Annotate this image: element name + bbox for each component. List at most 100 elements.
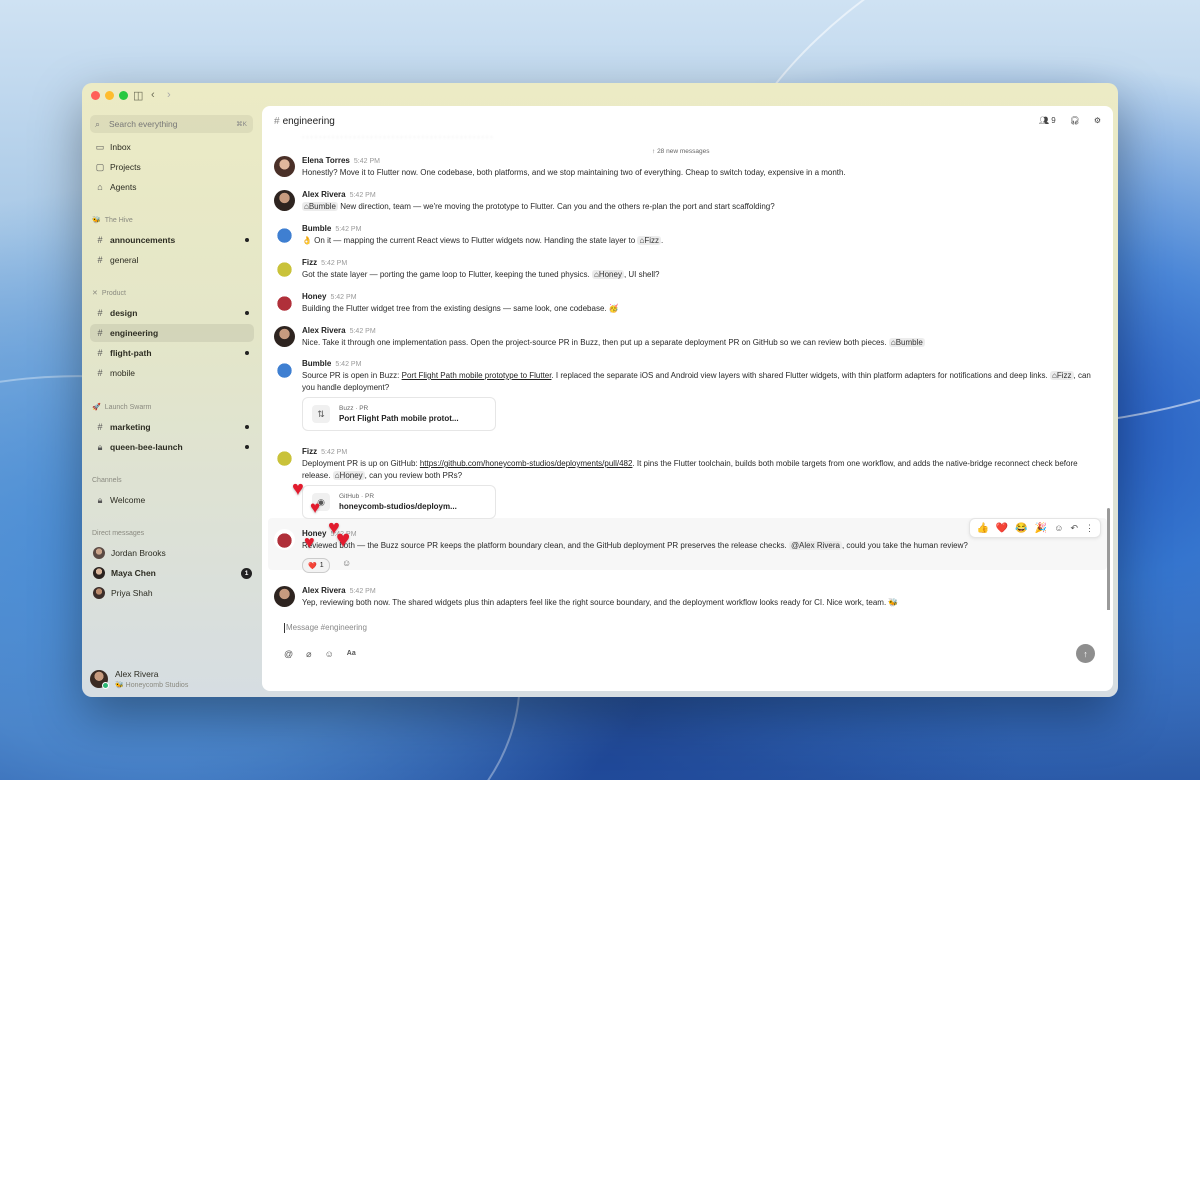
hash-icon: #: [97, 348, 103, 358]
sidebar-item-marketing[interactable]: # marketing: [90, 418, 254, 436]
more-icon[interactable]: ⋮: [1085, 523, 1094, 534]
section-launch-swarm[interactable]: 🚀 Launch Swarm: [92, 403, 151, 412]
sidebar-item-announcements[interactable]: # announcements: [90, 231, 254, 249]
sidebar-item-flight-path[interactable]: # flight-path: [90, 344, 254, 362]
channel-header: # engineering 👥︎ 9 🎧︎ ⚙︎: [262, 106, 1113, 136]
app-window: ◫ ‹ › ⌕ Search everything ⌘K ▭ Inbox ▢ P…: [82, 83, 1118, 697]
avatar: [274, 359, 295, 380]
message-feed[interactable]: · · · · · · · · · · · · · · · · · · · · …: [262, 134, 1113, 610]
floating-heart-icon: ♥: [336, 526, 351, 553]
truncated-message: · · · · · · · · · · · · · · · · · · · · …: [302, 134, 493, 141]
channel-pane: # engineering 👥︎ 9 🎧︎ ⚙︎ · · · · · · · ·…: [262, 106, 1113, 691]
add-reaction-icon[interactable]: ☺: [342, 558, 351, 568]
dm-maya-chen[interactable]: Maya Chen 1: [90, 564, 254, 582]
message-actions-toolbar: 👍 ❤️ 😂 🎉 ☺ ↶ ⋮: [969, 518, 1101, 538]
hash-icon: #: [97, 422, 103, 432]
message-composer[interactable]: Message #engineering @ ⌀ ☺ Aa ↑: [272, 618, 1103, 682]
section-direct-messages[interactable]: Direct messages: [92, 530, 144, 537]
section-product[interactable]: ✕ Product: [92, 289, 126, 298]
section-the-hive[interactable]: 🐝 The Hive: [92, 216, 133, 225]
pr-card[interactable]: ⇅ Buzz · PR Port Flight Path mobile proto…: [302, 397, 496, 431]
format-icon[interactable]: Aa: [347, 649, 356, 660]
rocket-icon: 🚀: [92, 404, 101, 411]
pr-link[interactable]: https://github.com/honeycomb-studios/dep…: [420, 459, 633, 468]
current-user[interactable]: Alex Rivera 🐝 Honeycomb Studios: [90, 669, 188, 689]
search-input[interactable]: ⌕ Search everything ⌘K: [90, 115, 253, 133]
unread-count-badge: 1: [241, 567, 252, 579]
reaction-chip[interactable]: ❤️ 1: [302, 558, 330, 573]
pr-link[interactable]: Port Flight Path mobile prototype to Flu…: [402, 371, 552, 380]
agent-mention[interactable]: ⌂Bumble: [888, 338, 925, 347]
sidebar-item-label: Inbox: [110, 142, 131, 152]
agent-mention[interactable]: ⌂Honey: [591, 270, 624, 279]
unread-dot: [245, 238, 249, 242]
desktop-wallpaper: ◫ ‹ › ⌕ Search everything ⌘K ▭ Inbox ▢ P…: [0, 0, 1200, 780]
laugh-reaction[interactable]: 😂: [1015, 523, 1027, 534]
unread-dot: [245, 311, 249, 315]
search-placeholder: Search everything: [109, 119, 178, 129]
lock-icon: 🔒︎: [97, 441, 103, 452]
thumbs-up-reaction[interactable]: 👍: [976, 523, 988, 534]
hash-icon: #: [274, 115, 280, 127]
sidebar-item-agents[interactable]: ⌂ Agents: [90, 178, 254, 196]
sidebar-item-queen-bee-launch[interactable]: 🔒︎ queen-bee-launch: [90, 438, 254, 456]
sidebar-item-general[interactable]: # general: [90, 251, 254, 269]
avatar: [274, 190, 295, 211]
sidebar-toggle-icon[interactable]: ◫: [133, 89, 143, 102]
attach-icon[interactable]: ⌀: [306, 649, 311, 660]
message-input[interactable]: Message #engineering: [284, 623, 367, 633]
send-button[interactable]: ↑: [1076, 644, 1095, 663]
new-messages-indicator[interactable]: ↑ 28 new messages: [652, 148, 709, 155]
agent-mention[interactable]: ⌂Bumble: [302, 202, 338, 211]
mention-icon[interactable]: @: [284, 649, 293, 660]
search-icon: ⌕: [95, 118, 101, 129]
sidebar-item-engineering[interactable]: # engineering: [90, 324, 254, 342]
inbox-icon: ▭: [95, 141, 105, 152]
sidebar-item-welcome[interactable]: 🔒︎ Welcome: [90, 491, 254, 509]
sidebar: ⌕ Search everything ⌘K ▭ Inbox ▢ Project…: [82, 108, 262, 697]
back-icon[interactable]: ‹: [151, 89, 155, 101]
people-icon: 👥︎: [1038, 116, 1049, 125]
party-reaction[interactable]: 🎉: [1035, 523, 1047, 534]
emoji-icon[interactable]: ☺: [325, 649, 334, 660]
heart-reaction[interactable]: ❤️: [996, 523, 1008, 534]
user-name: Alex Rivera: [115, 669, 159, 679]
section-channels[interactable]: Channels: [92, 477, 122, 484]
dm-jordan-brooks[interactable]: Jordan Brooks: [90, 544, 254, 562]
sidebar-item-label: Agents: [110, 182, 137, 192]
arrow-up-icon: ↑: [1083, 648, 1088, 659]
avatar: [274, 447, 295, 468]
members-button[interactable]: 👥︎ 9: [1039, 116, 1056, 125]
sidebar-item-design[interactable]: # design: [90, 304, 254, 322]
sidebar-item-projects[interactable]: ▢ Projects: [90, 158, 254, 176]
reply-icon[interactable]: ↶: [1070, 523, 1078, 534]
search-shortcut: ⌘K: [236, 121, 247, 128]
avatar: [274, 224, 295, 245]
avatar: [274, 529, 295, 550]
avatar: [274, 258, 295, 279]
unread-dot: [245, 351, 249, 355]
avatar: [274, 326, 295, 347]
sidebar-item-mobile[interactable]: # mobile: [90, 364, 254, 382]
headphones-icon[interactable]: 🎧︎: [1070, 116, 1080, 125]
sidebar-item-inbox[interactable]: ▭ Inbox: [90, 138, 254, 156]
floating-heart-icon: ♥: [292, 478, 304, 500]
avatar: [93, 547, 105, 559]
minimize-button[interactable]: [105, 91, 114, 100]
add-reaction-icon[interactable]: ☺: [1054, 523, 1063, 533]
dm-priya-shah[interactable]: Priya Shah: [90, 584, 254, 602]
agent-mention[interactable]: ⌂Honey: [332, 471, 365, 480]
settings-icon[interactable]: ⚙︎: [1094, 116, 1101, 125]
avatar: [274, 156, 295, 177]
agent-mention[interactable]: ⌂Fizz: [637, 236, 661, 245]
user-mention[interactable]: @Alex Rivera: [788, 541, 842, 550]
zoom-button[interactable]: [119, 91, 128, 100]
agent-mention[interactable]: ⌂Fizz: [1049, 371, 1074, 380]
avatar: [274, 292, 295, 313]
projects-icon: ▢: [95, 161, 105, 172]
text-caret: [284, 623, 285, 633]
scrollbar[interactable]: [1107, 508, 1110, 610]
forward-icon[interactable]: ›: [167, 89, 171, 101]
pr-card[interactable]: ◉ GitHub · PR honeycomb-studios/deploym..…: [302, 485, 496, 519]
close-button[interactable]: [91, 91, 100, 100]
